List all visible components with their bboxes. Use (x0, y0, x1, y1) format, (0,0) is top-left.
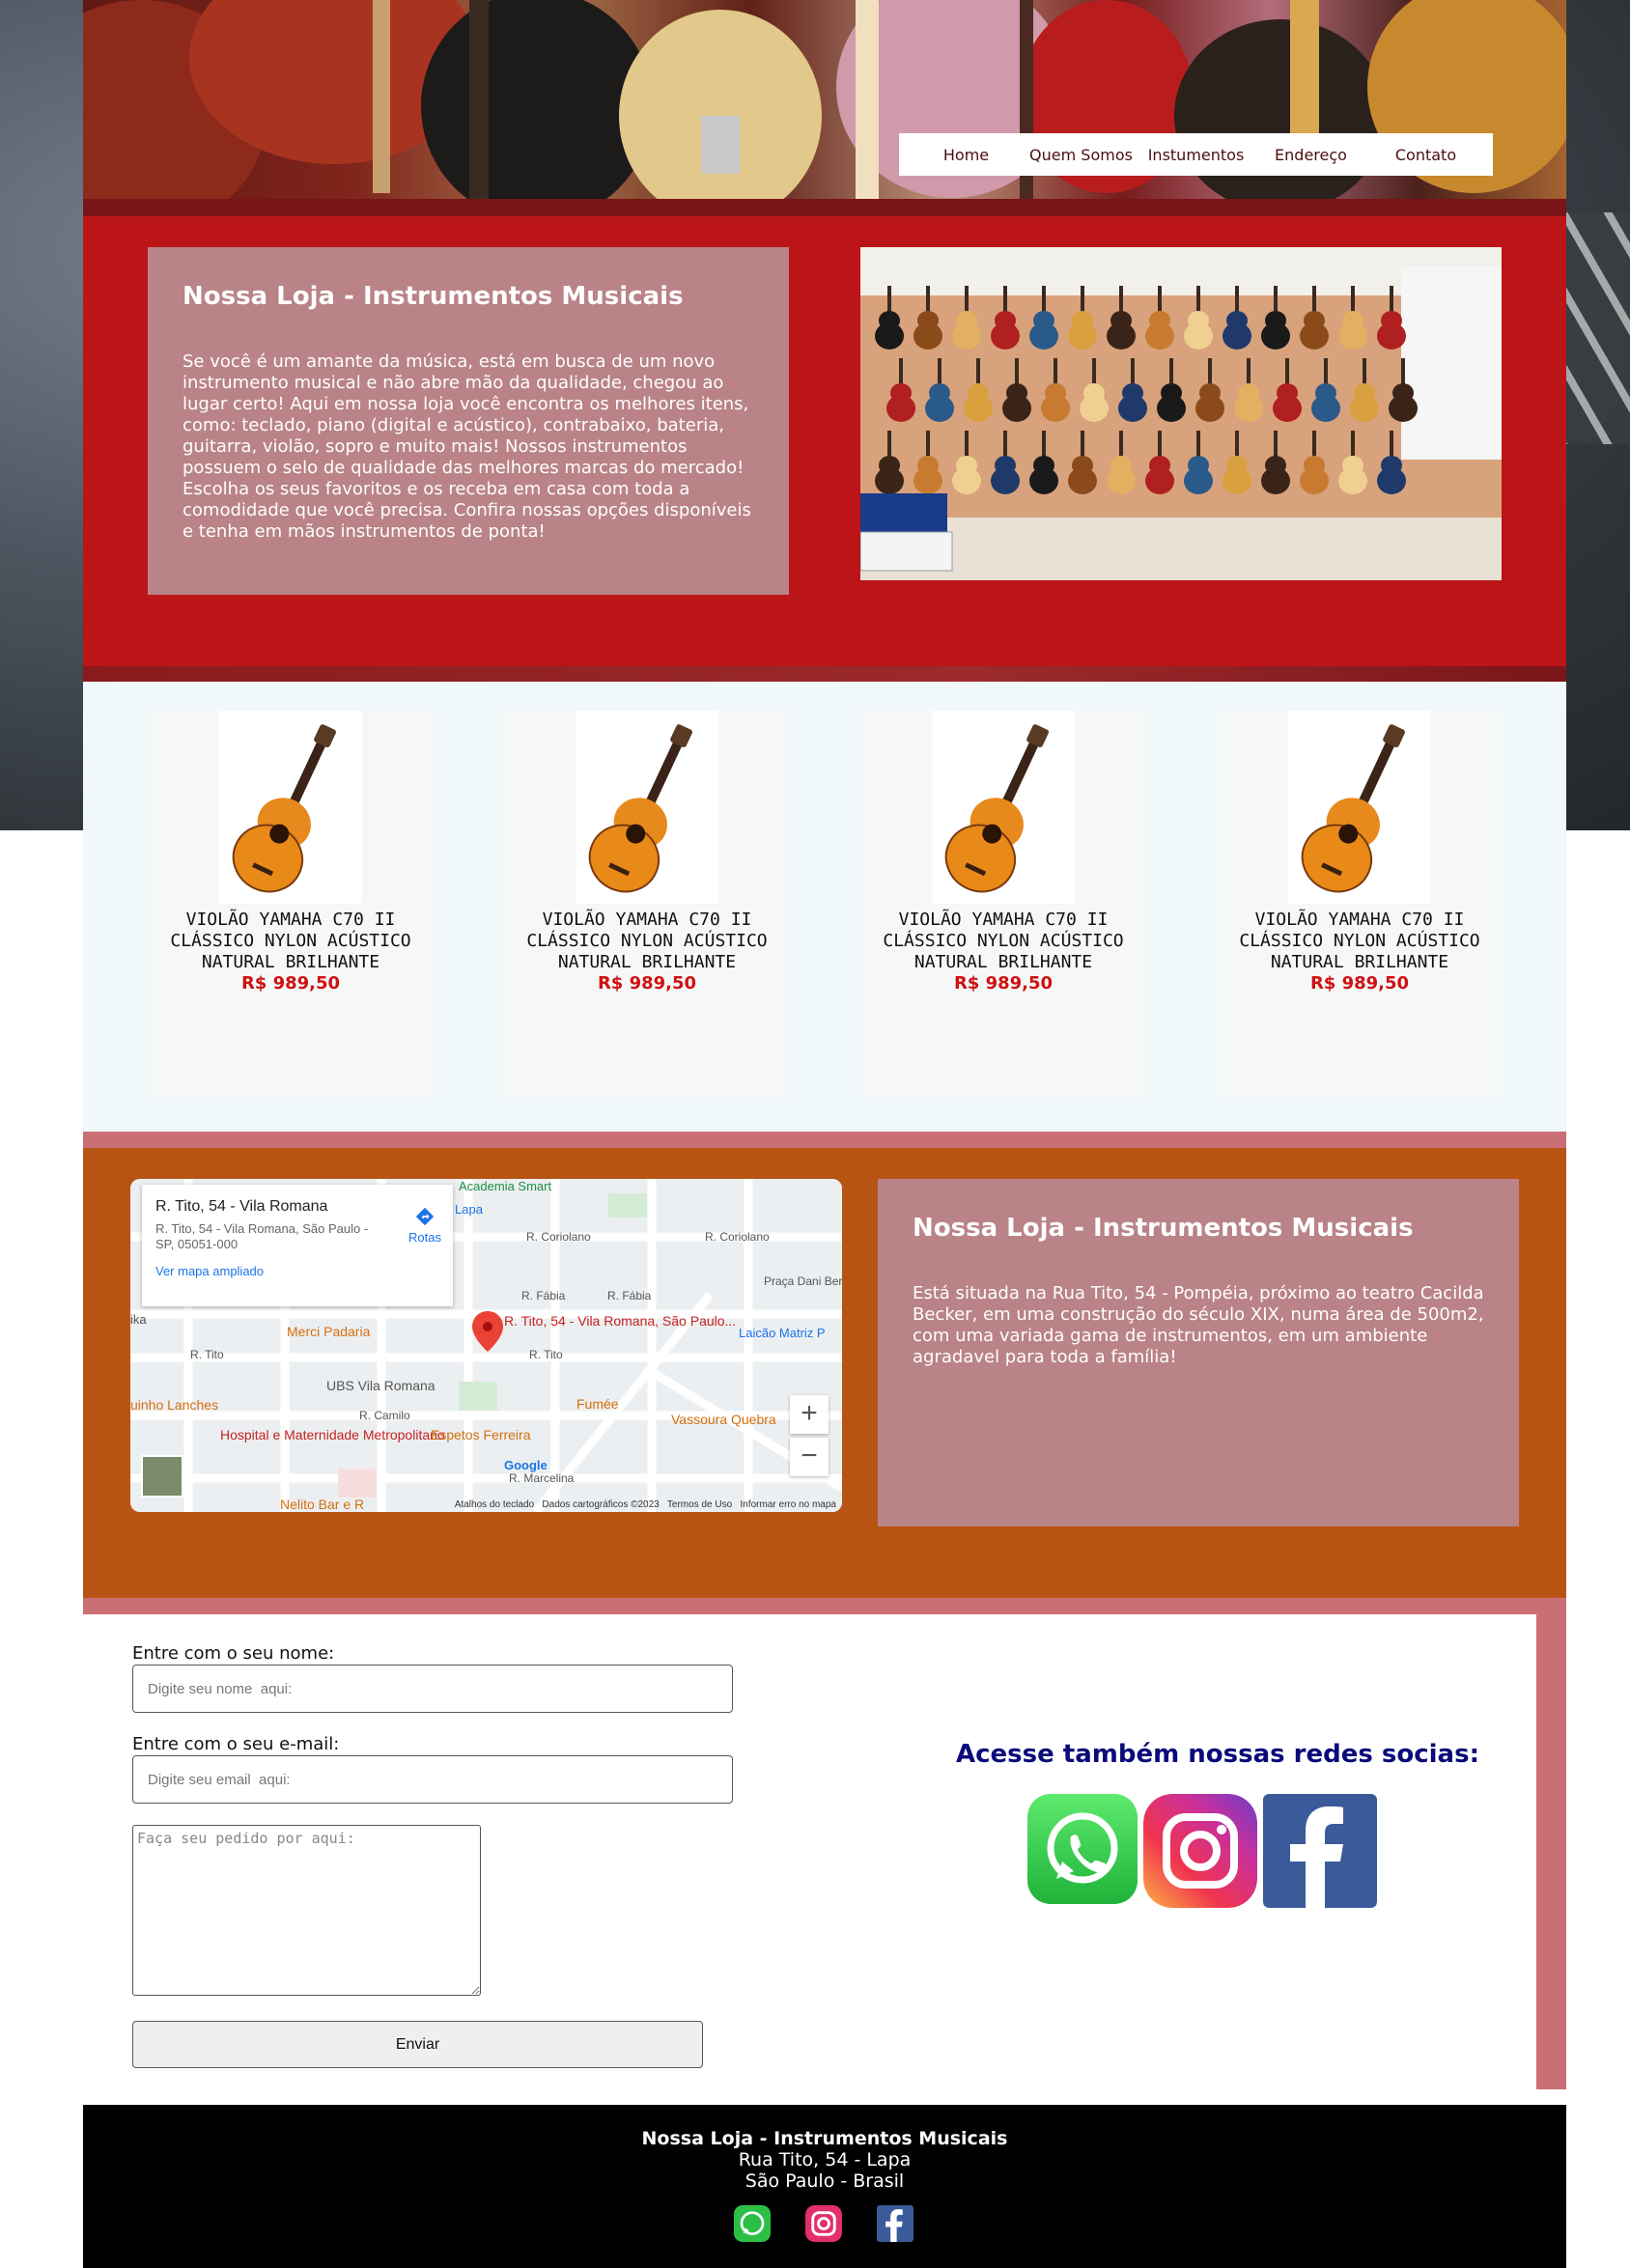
product-name[interactable]: VIOLÃO YAMAHA C70 II CLÁSSICO NYLON ACÚS… (861, 910, 1145, 973)
about-text: Se você é um amante da música, está em b… (183, 351, 751, 542)
nav-endereco[interactable]: Endereço (1258, 146, 1364, 164)
zoom-out-button[interactable]: − (790, 1438, 829, 1476)
product-price: R$ 989,50 (240, 973, 341, 994)
footer-instagram-icon[interactable] (805, 2205, 842, 2242)
product-card[interactable]: VIOLÃO YAMAHA C70 II CLÁSSICO NYLON ACÚS… (505, 711, 789, 1097)
map-label: R. Fábia (607, 1289, 652, 1302)
map-label: R. Fábia (521, 1289, 566, 1302)
instagram-icon[interactable] (1143, 1794, 1257, 1908)
map-label: R. Camilo (359, 1409, 410, 1422)
map-label: UBS Vila Romana (326, 1378, 436, 1393)
divider-band (83, 199, 1566, 216)
google-logo: Google (504, 1458, 548, 1472)
map-label: Fumée (576, 1396, 619, 1412)
map-label: Praça Dani Berciano Villasol (764, 1274, 842, 1288)
report-error-link[interactable]: Informar erro no mapa (741, 1499, 837, 1510)
guitar-icon (1301, 724, 1405, 893)
map-data-credit: Dados cartográficos ©2023 (542, 1499, 660, 1510)
store-interior-illustration (860, 247, 1502, 580)
map-label: Hospital e Maternidade Metropolitano (220, 1427, 445, 1442)
map-label: R. Tito (190, 1348, 224, 1361)
map-label: R. Tito (529, 1348, 563, 1361)
map-label: uinho Lanches (130, 1397, 218, 1413)
map-label: Lapa (455, 1202, 484, 1217)
main-nav: Home Quem Somos Instumentos Endereço Con… (899, 133, 1493, 176)
product-name[interactable]: VIOLÃO YAMAHA C70 II CLÁSSICO NYLON ACÚS… (149, 910, 433, 973)
contact-section: Entre com o seu nome: Entre com o seu e-… (83, 1614, 1566, 2089)
footer-store-name: Nossa Loja - Instrumentos Musicais (641, 2128, 1008, 2149)
product-price: R$ 989,50 (1309, 973, 1410, 994)
divider-band (83, 666, 1566, 682)
products-section: VIOLÃO YAMAHA C70 II CLÁSSICO NYLON ACÚS… (83, 682, 1566, 1132)
map-place-title: R. Tito, 54 - Vila Romana (155, 1198, 328, 1215)
product-image[interactable] (932, 711, 1075, 904)
guitar-icon (232, 724, 336, 893)
embedded-map[interactable]: Academia Smart Lapa R. Coriolano R. Cori… (130, 1179, 842, 1512)
header-guitars-banner: Home Quem Somos Instumentos Endereço Con… (83, 0, 1566, 199)
nav-home[interactable]: Home (913, 146, 1020, 164)
guitar-icon (588, 724, 692, 893)
message-textarea[interactable] (132, 1825, 481, 1996)
footer: Nossa Loja - Instrumentos Musicais Rua T… (83, 2105, 1566, 2268)
map-label: Vassoura Quebra (671, 1412, 776, 1427)
map-label: R. Coriolano (526, 1230, 591, 1244)
product-card[interactable]: VIOLÃO YAMAHA C70 II CLÁSSICO NYLON ACÚS… (149, 711, 433, 1097)
map-label: Nelito Bar e R (280, 1497, 364, 1512)
terms-link[interactable]: Termos de Uso (667, 1499, 732, 1510)
footer-city: São Paulo - Brasil (745, 2170, 905, 2192)
about-info-box: Nossa Loja - Instrumentos Musicais Se vo… (148, 247, 789, 595)
product-price: R$ 989,50 (597, 973, 697, 994)
nav-instrumentos[interactable]: Instumentos (1143, 146, 1250, 164)
product-name[interactable]: VIOLÃO YAMAHA C70 II CLÁSSICO NYLON ACÚS… (505, 910, 789, 973)
product-price: R$ 989,50 (953, 973, 1054, 994)
keyboard-shortcuts-link[interactable]: Atalhos do teclado (455, 1499, 534, 1510)
email-input[interactable] (132, 1755, 733, 1804)
map-label: ika (130, 1312, 147, 1327)
satellite-toggle-icon (141, 1455, 183, 1498)
map-pin-label: R. Tito, 54 - Vila Romana, São Paulo... (504, 1313, 736, 1329)
zoom-in-button[interactable]: + (790, 1395, 829, 1434)
location-title: Nossa Loja - Instrumentos Musicais (913, 1214, 1414, 1243)
location-info-box: Nossa Loja - Instrumentos Musicais Está … (878, 1179, 1519, 1526)
map-label: R. Coriolano (705, 1230, 770, 1244)
divider-band (83, 1132, 1566, 1148)
map-label: Academia Smart (459, 1179, 551, 1193)
directions-button[interactable]: Rotas (408, 1206, 441, 1245)
divider-band (83, 1598, 1566, 1614)
submit-button[interactable]: Enviar (132, 2021, 703, 2068)
footer-whatsapp-icon[interactable] (734, 2205, 771, 2242)
guitar-icon (944, 724, 1049, 893)
map-place-card: R. Tito, 54 - Vila Romana R. Tito, 54 - … (142, 1185, 453, 1306)
name-input[interactable] (132, 1665, 733, 1713)
directions-label: Rotas (408, 1230, 441, 1245)
email-label: Entre com o seu e-mail: (132, 1734, 340, 1754)
product-card[interactable]: VIOLÃO YAMAHA C70 II CLÁSSICO NYLON ACÚS… (861, 711, 1145, 1097)
location-text: Está situada na Rua Tito, 54 - Pompéia, … (913, 1283, 1484, 1367)
name-label: Entre com o seu nome: (132, 1643, 335, 1664)
contact-panel: Entre com o seu nome: Entre com o seu e-… (83, 1614, 1536, 2089)
product-card[interactable]: VIOLÃO YAMAHA C70 II CLÁSSICO NYLON ACÚS… (1218, 711, 1502, 1097)
map-place-address: R. Tito, 54 - Vila Romana, São Paulo - S… (155, 1221, 369, 1251)
directions-icon (415, 1207, 435, 1226)
map-label: R. Marcelina (509, 1471, 575, 1485)
nav-contato[interactable]: Contato (1373, 146, 1479, 164)
footer-street: Rua Tito, 54 - Lapa (738, 2149, 912, 2170)
map-label: Merci Padaria (287, 1324, 371, 1339)
page-container: Home Quem Somos Instumentos Endereço Con… (83, 0, 1566, 2268)
map-footer: Atalhos do teclado Dados cartográficos ©… (455, 1499, 836, 1510)
facebook-icon[interactable] (1263, 1794, 1377, 1908)
product-name[interactable]: VIOLÃO YAMAHA C70 II CLÁSSICO NYLON ACÚS… (1218, 910, 1502, 973)
whatsapp-icon[interactable] (1027, 1794, 1138, 1904)
product-image[interactable] (1288, 711, 1431, 904)
social-title: Acesse também nossas redes socias: (956, 1740, 1479, 1769)
about-title: Nossa Loja - Instrumentos Musicais (183, 282, 684, 311)
map-label: Espetos Ferreira (431, 1427, 531, 1442)
product-image[interactable] (576, 711, 718, 904)
store-photo (860, 247, 1502, 580)
footer-facebook-icon[interactable] (877, 2205, 913, 2242)
nav-quem-somos[interactable]: Quem Somos (1028, 146, 1135, 164)
product-image[interactable] (219, 711, 362, 904)
larger-map-link[interactable]: Ver mapa ampliado (155, 1264, 439, 1278)
map-label: Laicão Matriz P (739, 1326, 826, 1340)
